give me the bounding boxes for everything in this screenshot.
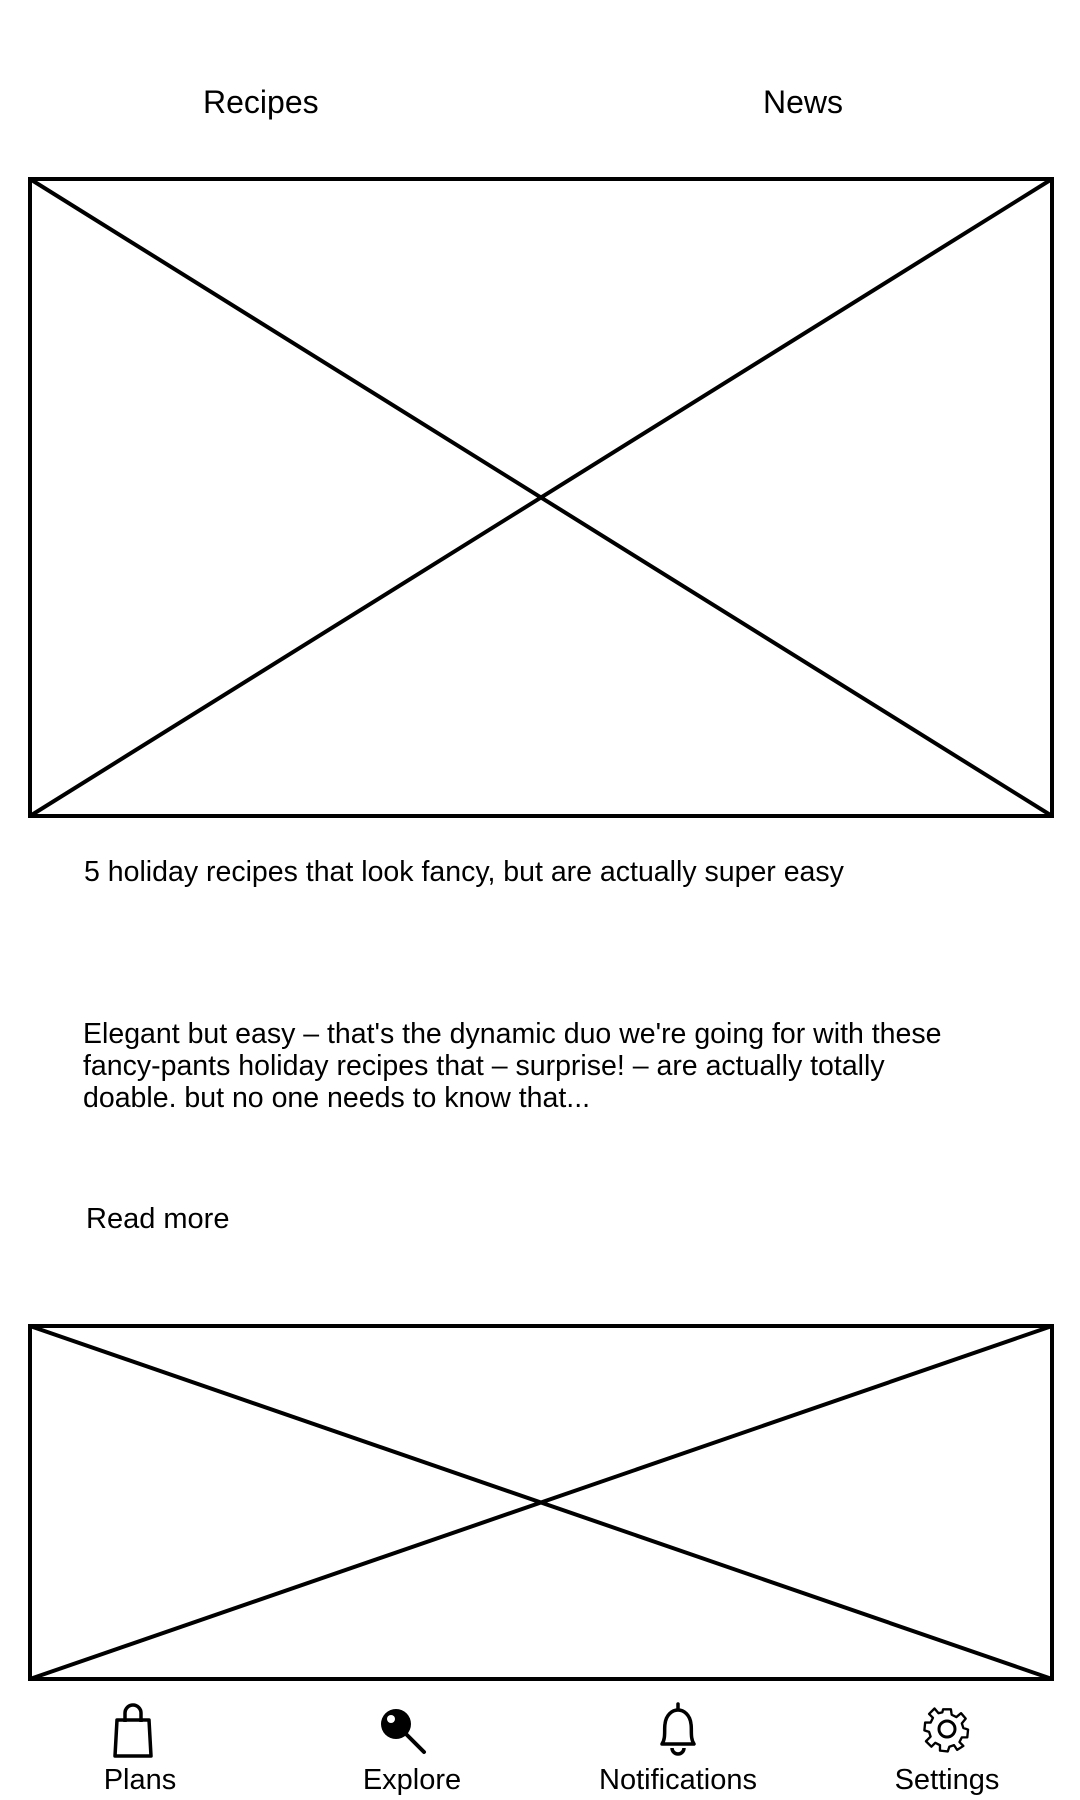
tab-news[interactable]: News (763, 82, 843, 122)
bottom-navigation: Plans Explore Notifications Settings (0, 1690, 1080, 1800)
nav-label-notifications: Notifications (599, 1764, 757, 1796)
bell-icon (648, 1700, 708, 1760)
nav-item-plans[interactable]: Plans (30, 1690, 250, 1800)
shopping-bag-icon (103, 1700, 163, 1760)
nav-label-settings: Settings (894, 1764, 1000, 1796)
read-more-link[interactable]: Read more (86, 1201, 229, 1237)
tab-recipes[interactable]: Recipes (203, 82, 319, 122)
nav-item-notifications[interactable]: Notifications (568, 1690, 788, 1800)
nav-label-explore: Explore (362, 1764, 462, 1796)
magnifier-icon (372, 1700, 432, 1760)
article-excerpt: Elegant but easy – that's the dynamic du… (83, 1018, 942, 1114)
hero-image-placeholder (28, 177, 1054, 818)
nav-item-explore[interactable]: Explore (302, 1690, 522, 1800)
second-image-placeholder (28, 1324, 1054, 1681)
nav-label-plans: Plans (103, 1764, 177, 1796)
article-title[interactable]: 5 holiday recipes that look fancy, but a… (84, 854, 1044, 890)
nav-item-settings[interactable]: Settings (837, 1690, 1057, 1800)
gear-icon (917, 1700, 977, 1760)
